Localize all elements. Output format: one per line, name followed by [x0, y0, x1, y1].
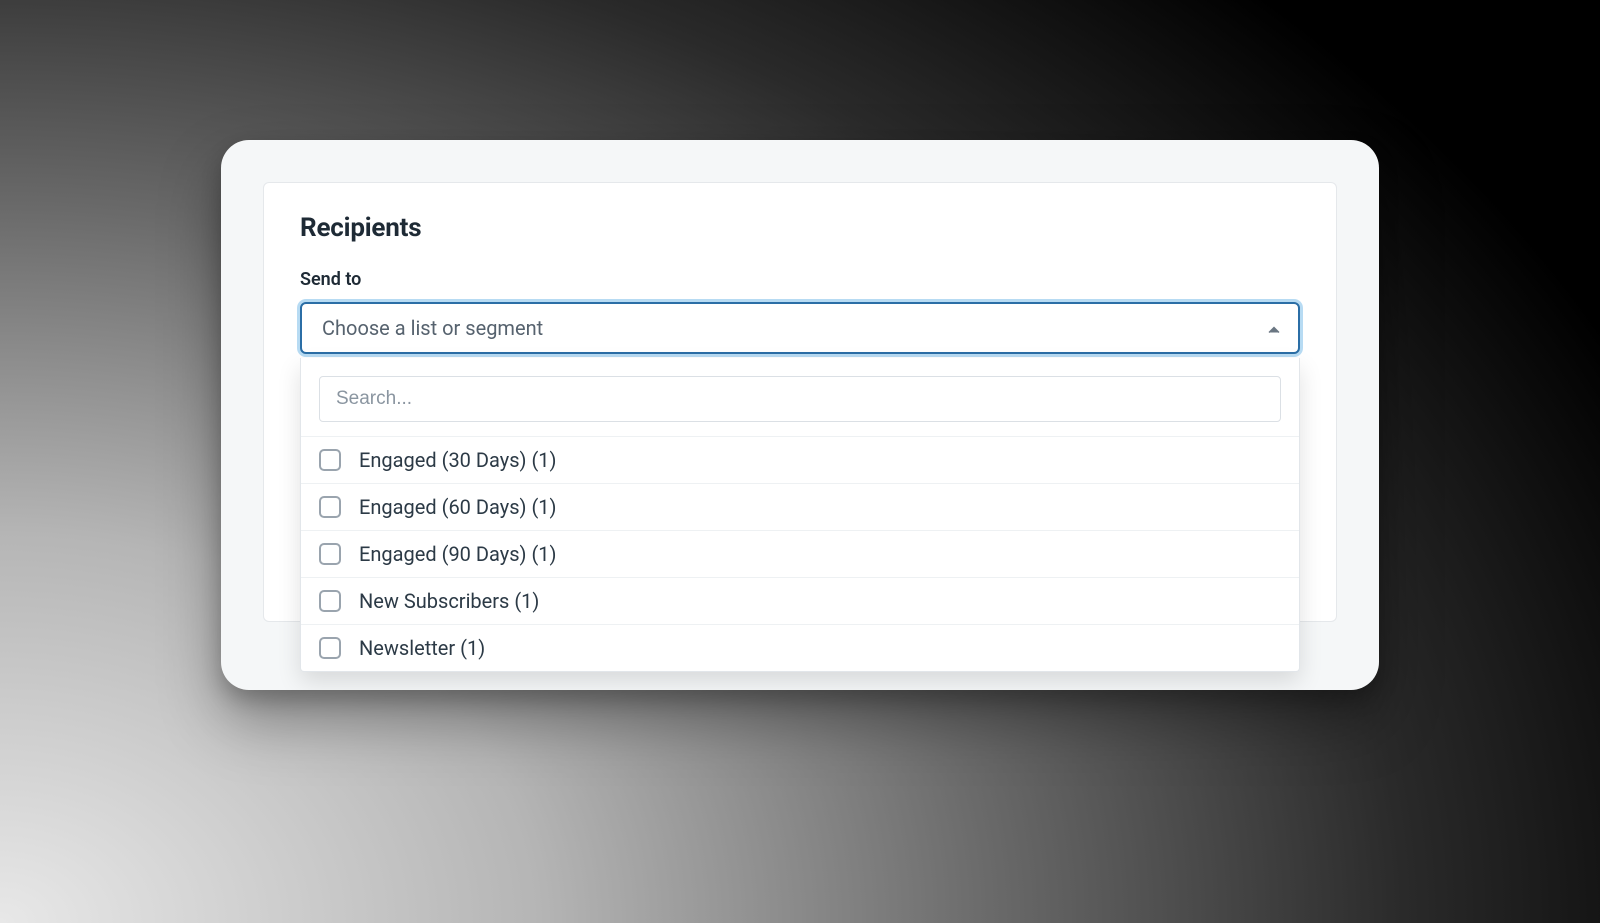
recipient-select[interactable]: Choose a list or segment	[300, 302, 1300, 354]
option-row[interactable]: Engaged (30 Days) (1)	[301, 436, 1299, 483]
option-label: Engaged (30 Days) (1)	[359, 448, 557, 472]
dropdown-search-input[interactable]	[319, 376, 1281, 422]
caret-up-icon	[1268, 319, 1280, 338]
recipient-dropdown: Engaged (30 Days) (1) Engaged (60 Days) …	[300, 358, 1300, 672]
options-list: Engaged (30 Days) (1) Engaged (60 Days) …	[301, 436, 1299, 671]
option-row[interactable]: Engaged (60 Days) (1)	[301, 483, 1299, 530]
option-label: New Subscribers (1)	[359, 589, 539, 613]
option-label: Engaged (90 Days) (1)	[359, 542, 557, 566]
section-title: Recipients	[300, 213, 1300, 243]
option-row[interactable]: Newsletter (1)	[301, 624, 1299, 671]
recipient-select-control: Choose a list or segment Engaged (30 Day…	[300, 302, 1300, 354]
recipient-select-placeholder: Choose a list or segment	[322, 316, 543, 340]
checkbox-icon[interactable]	[319, 637, 341, 659]
field-label-send-to: Send to	[300, 269, 1300, 290]
checkbox-icon[interactable]	[319, 449, 341, 471]
checkbox-icon[interactable]	[319, 543, 341, 565]
option-row[interactable]: Engaged (90 Days) (1)	[301, 530, 1299, 577]
recipients-card: Recipients Send to Choose a list or segm…	[263, 182, 1337, 622]
checkbox-icon[interactable]	[319, 590, 341, 612]
dropdown-search-wrap	[301, 358, 1299, 436]
option-label: Engaged (60 Days) (1)	[359, 495, 557, 519]
settings-panel: Recipients Send to Choose a list or segm…	[221, 140, 1379, 690]
option-row[interactable]: New Subscribers (1)	[301, 577, 1299, 624]
checkbox-icon[interactable]	[319, 496, 341, 518]
option-label: Newsletter (1)	[359, 636, 485, 660]
